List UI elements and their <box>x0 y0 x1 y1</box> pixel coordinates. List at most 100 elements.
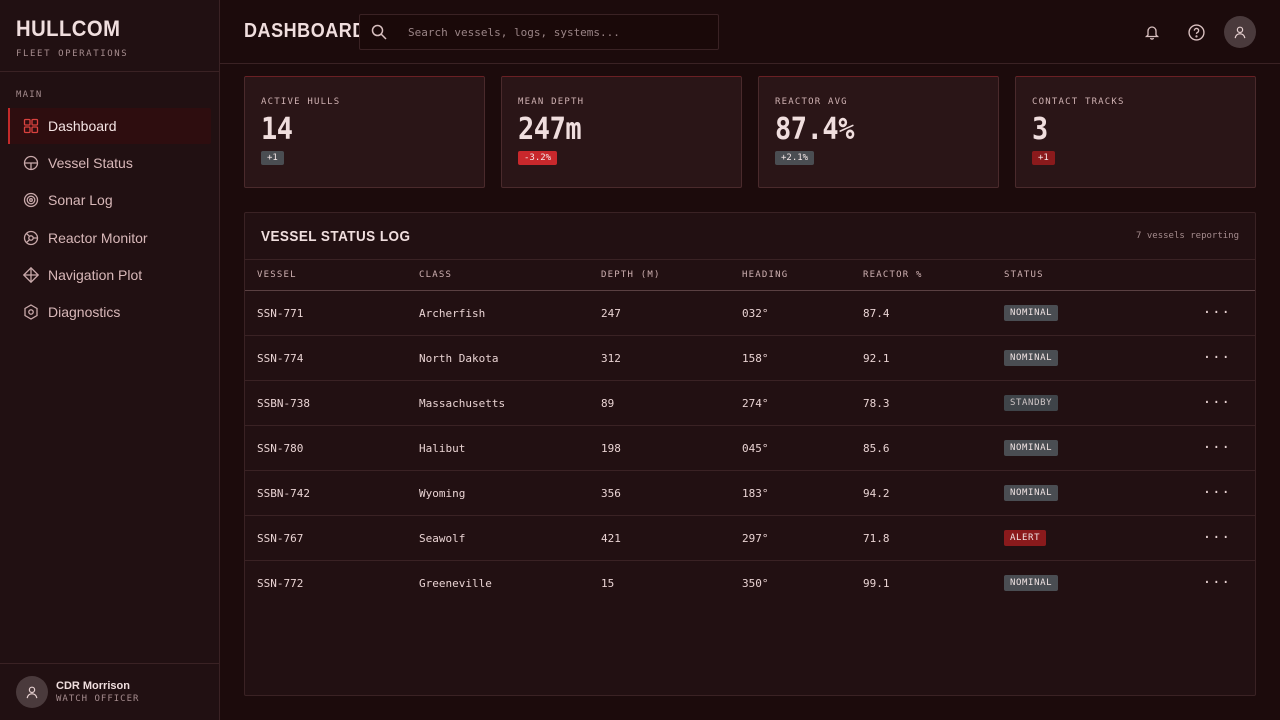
column-header-heading[interactable]: HEADING <box>730 260 851 291</box>
user-role: WATCH OFFICER <box>56 694 140 704</box>
panel-title: VESSEL STATUS LOG <box>261 228 411 245</box>
cell-heading: 183° <box>742 486 769 500</box>
nav-section-label: MAIN <box>16 90 43 100</box>
table-row[interactable]: SSN-767 Seawolf 421 297° 71.8 ALERT ··· <box>245 516 1255 561</box>
cell-depth: 89 <box>601 396 615 410</box>
panel-meta: 7 vessels reporting <box>1136 231 1239 241</box>
cell-heading: 158° <box>742 351 769 365</box>
sidebar: HULLCOM FLEET OPERATIONS MAIN Dashboard … <box>0 0 220 720</box>
cell-heading: 274° <box>742 396 769 410</box>
brand-subtitle: FLEET OPERATIONS <box>16 49 129 59</box>
more-icon[interactable]: ··· <box>1155 561 1255 606</box>
table-row[interactable]: SSN-772 Greeneville 15 350° 99.1 NOMINAL… <box>245 561 1255 606</box>
stat-delta-badge: -3.2% <box>518 151 558 165</box>
table-header-row: VESSEL CLASS DEPTH (M) HEADING REACTOR %… <box>245 259 1255 291</box>
cell-vessel: SSN-780 <box>257 441 304 455</box>
more-icon[interactable]: ··· <box>1155 516 1255 561</box>
brand-title: HULLCOM <box>16 16 121 41</box>
more-icon[interactable]: ··· <box>1155 471 1255 516</box>
sidebar-item-label: Reactor Monitor <box>48 229 148 246</box>
sidebar-item-label: Navigation Plot <box>48 266 143 283</box>
avatar <box>16 676 48 708</box>
cell-class: Wyoming <box>419 486 466 500</box>
hex-gear-icon <box>22 303 40 321</box>
more-icon[interactable]: ··· <box>1155 291 1255 336</box>
table-row[interactable]: SSBN-738 Massachusetts 89 274° 78.3 STAN… <box>245 381 1255 426</box>
more-icon[interactable]: ··· <box>1155 381 1255 426</box>
cell-status: ALERT <box>992 516 1155 561</box>
user-name: CDR Morrison <box>56 680 130 692</box>
cell-vessel: SSN-772 <box>257 576 304 590</box>
cell-status: NOMINAL <box>992 291 1155 336</box>
table-row[interactable]: SSBN-742 Wyoming 356 183° 94.2 NOMINAL ·… <box>245 471 1255 516</box>
top-bar: DASHBOARD <box>220 0 1280 64</box>
cell-reactor: 92.1 <box>863 351 890 365</box>
stat-label: CONTACT TRACKS <box>1032 97 1125 107</box>
sidebar-item-dashboard[interactable]: Dashboard <box>8 108 211 144</box>
cell-depth: 247 <box>601 306 621 320</box>
column-header-depth[interactable]: DEPTH (M) <box>589 260 730 291</box>
status-badge: STANDBY <box>1004 395 1059 411</box>
cell-status: NOMINAL <box>992 336 1155 381</box>
cell-reactor: 99.1 <box>863 576 890 590</box>
column-header-class[interactable]: CLASS <box>407 260 589 291</box>
search-input[interactable] <box>398 25 718 39</box>
stat-label: MEAN DEPTH <box>518 97 585 107</box>
table-row[interactable]: SSN-771 Archerfish 247 032° 87.4 NOMINAL… <box>245 291 1255 336</box>
cell-class: Archerfish <box>419 306 486 320</box>
sidebar-item-diagnostics[interactable]: Diagnostics <box>8 294 211 330</box>
avatar-icon[interactable] <box>1224 16 1256 48</box>
cell-heading: 350° <box>742 576 769 590</box>
bell-icon[interactable] <box>1136 16 1168 48</box>
cell-class: Massachusetts <box>419 396 506 410</box>
sidebar-item-label: Dashboard <box>48 118 117 134</box>
stat-cards: ACTIVE HULLS 14 +1 MEAN DEPTH 247m -3.2%… <box>244 76 1256 188</box>
compass-icon <box>22 266 40 284</box>
sidebar-item-vessel-status[interactable]: Vessel Status <box>8 145 211 181</box>
cell-class: North Dakota <box>419 351 499 365</box>
table-row[interactable]: SSN-780 Halibut 198 045° 85.6 NOMINAL ··… <box>245 426 1255 471</box>
help-icon[interactable] <box>1180 16 1212 48</box>
page-title: DASHBOARD <box>244 20 366 42</box>
status-badge: NOMINAL <box>1004 350 1059 366</box>
column-header-reactor[interactable]: REACTOR % <box>851 260 992 291</box>
hull-icon <box>22 154 40 172</box>
cell-heading: 297° <box>742 531 769 545</box>
stat-label: ACTIVE HULLS <box>261 97 341 107</box>
search-box[interactable] <box>359 14 719 50</box>
stat-value: 87.4% <box>775 112 855 147</box>
sidebar-item-label: Diagnostics <box>48 303 121 320</box>
column-header-vessel[interactable]: VESSEL <box>245 260 407 291</box>
cell-vessel: SSN-774 <box>257 351 304 365</box>
table-row[interactable]: SSN-774 North Dakota 312 158° 92.1 NOMIN… <box>245 336 1255 381</box>
status-badge: NOMINAL <box>1004 440 1059 456</box>
cell-heading: 045° <box>742 441 769 455</box>
status-badge: NOMINAL <box>1004 305 1059 321</box>
cell-depth: 421 <box>601 531 621 545</box>
cell-status: STANDBY <box>992 381 1155 426</box>
column-header-actions <box>1155 260 1255 291</box>
sidebar-item-sonar-log[interactable]: Sonar Log <box>8 182 211 218</box>
column-header-status[interactable]: STATUS <box>992 260 1155 291</box>
status-badge: NOMINAL <box>1004 485 1059 501</box>
sonar-icon <box>22 191 40 209</box>
cell-vessel: SSN-771 <box>257 306 304 320</box>
stat-card-contact-tracks: CONTACT TRACKS 3 +1 <box>1015 76 1256 188</box>
status-badge: NOMINAL <box>1004 575 1059 592</box>
brand: HULLCOM FLEET OPERATIONS <box>16 16 129 59</box>
search-icon <box>360 24 398 40</box>
more-icon[interactable]: ··· <box>1155 336 1255 381</box>
stat-card-mean-depth: MEAN DEPTH 247m -3.2% <box>501 76 742 188</box>
user-profile[interactable]: CDR Morrison WATCH OFFICER <box>0 663 219 720</box>
more-icon[interactable]: ··· <box>1155 426 1255 471</box>
sidebar-item-reactor-monitor[interactable]: Reactor Monitor <box>8 220 211 256</box>
sidebar-divider <box>0 71 219 72</box>
cell-heading: 032° <box>742 306 769 320</box>
cell-depth: 312 <box>601 351 621 365</box>
cell-vessel: SSBN-738 <box>257 396 310 410</box>
vessel-table: VESSEL CLASS DEPTH (M) HEADING REACTOR %… <box>245 259 1255 606</box>
sidebar-item-navigation-plot[interactable]: Navigation Plot <box>8 257 211 293</box>
stat-value: 247m <box>518 112 582 147</box>
cell-depth: 15 <box>601 576 615 590</box>
stat-delta-badge: +2.1% <box>775 151 815 165</box>
